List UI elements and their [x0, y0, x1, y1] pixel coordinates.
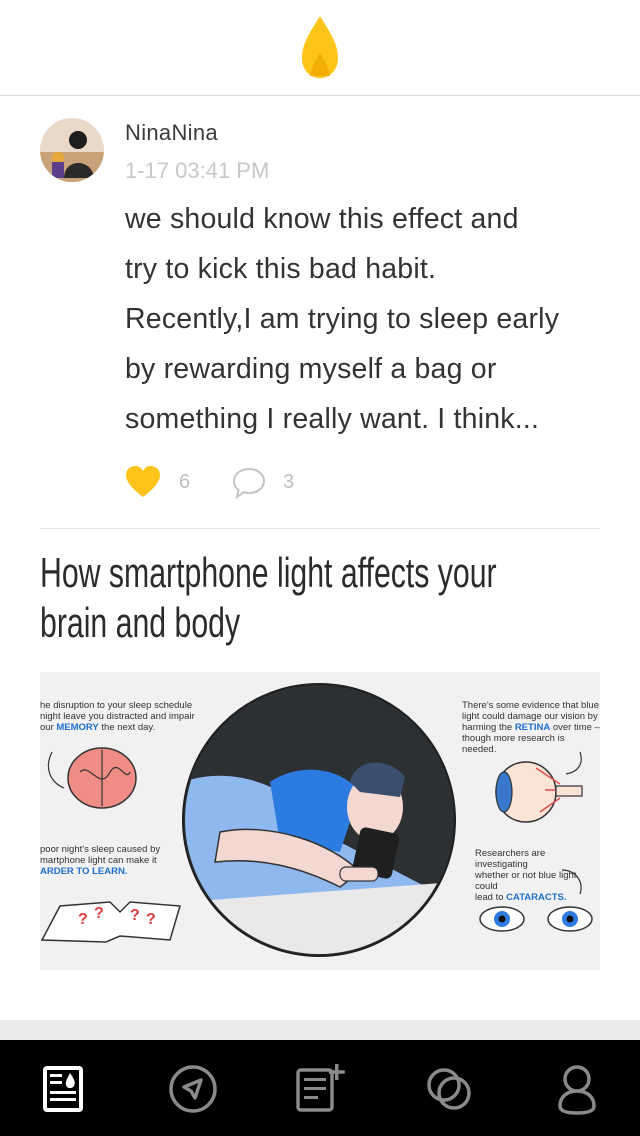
caption-text: harming the — [462, 722, 515, 733]
post-body-line: Recently,I am trying to sleep early — [125, 303, 560, 335]
caption-highlight: ARDER TO LEARN. — [40, 866, 128, 877]
post-body-line: something I really want. I think... — [125, 403, 540, 435]
comment-icon[interactable] — [231, 466, 267, 500]
section-separator — [0, 1020, 640, 1040]
post-body-line: try to kick this bad habit. — [125, 253, 437, 285]
feed-icon[interactable] — [36, 1062, 90, 1116]
caption-text: over time – — [550, 722, 600, 733]
caption-retina: There's some evidence that blue light co… — [462, 700, 600, 755]
caption-line: martphone light can make it — [40, 855, 157, 866]
caption-line: harming the RETINA over time – — [462, 722, 600, 733]
article-title-line: How smartphone light affects your — [40, 549, 497, 596]
svg-text:?: ? — [130, 907, 140, 924]
caption-line: he disruption to your sleep schedule — [40, 700, 193, 711]
heart-icon[interactable] — [125, 465, 161, 499]
caption-highlight: CATARACTS. — [506, 892, 567, 903]
post-body-line: by rewarding myself a bag or — [125, 353, 497, 385]
post-body[interactable]: we should know this effect and try to ki… — [125, 194, 605, 444]
caption-line: night leave you distracted and impair — [40, 711, 195, 722]
post-timestamp: 1-17 03:41 PM — [125, 158, 270, 183]
divider — [40, 528, 600, 529]
caption-line: Researchers are investigating — [475, 848, 546, 870]
like-count: 6 — [179, 471, 191, 493]
new-post-icon[interactable] — [294, 1062, 348, 1116]
caption-line: poor night's sleep caused by — [40, 844, 161, 855]
circles-icon[interactable] — [422, 1062, 476, 1116]
caption-highlight: MEMORY — [56, 722, 99, 733]
comment-count: 3 — [283, 471, 295, 493]
compass-icon[interactable] — [166, 1062, 220, 1116]
caption-line: light could damage our vision by — [462, 711, 598, 722]
caption-highlight: RETINA — [514, 722, 551, 733]
caption-line: our MEMORY the next day. — [40, 722, 195, 733]
article-infographic[interactable]: ? ? ? ? he disruption to your sleep sche… — [40, 672, 600, 970]
caption-memory: he disruption to your sleep schedule nig… — [40, 700, 195, 733]
top-header — [0, 0, 640, 96]
article-title[interactable]: How smartphone light affects your brain … — [40, 548, 602, 648]
caption-line: whether or not blue light could — [475, 870, 577, 892]
post-username[interactable]: NinaNina — [125, 120, 218, 146]
post-actions: 6 3 — [125, 463, 425, 503]
article-title-line: brain and body — [40, 599, 241, 646]
caption-text: the next day. — [98, 722, 156, 733]
svg-text:?: ? — [94, 905, 104, 922]
profile-icon[interactable] — [550, 1062, 604, 1116]
caption-learn: poor night's sleep caused by martphone l… — [40, 844, 160, 877]
avatar[interactable] — [40, 118, 104, 182]
caption-text: our — [40, 722, 57, 733]
svg-text:?: ? — [146, 911, 156, 928]
caption-text: lead to — [475, 892, 507, 903]
bottom-tab-bar — [0, 1040, 640, 1136]
svg-text:?: ? — [78, 911, 88, 928]
caption-line: lead to CATARACTS. — [475, 892, 600, 903]
flame-logo-icon[interactable] — [300, 14, 340, 80]
caption-cataracts: Researchers are investigating whether or… — [475, 848, 600, 903]
caption-line: ARDER TO LEARN. — [40, 866, 160, 877]
caption-line: There's some evidence that blue — [462, 700, 600, 711]
post-body-line: we should know this effect and — [125, 203, 519, 235]
caption-line: though more research is needed. — [462, 733, 565, 755]
